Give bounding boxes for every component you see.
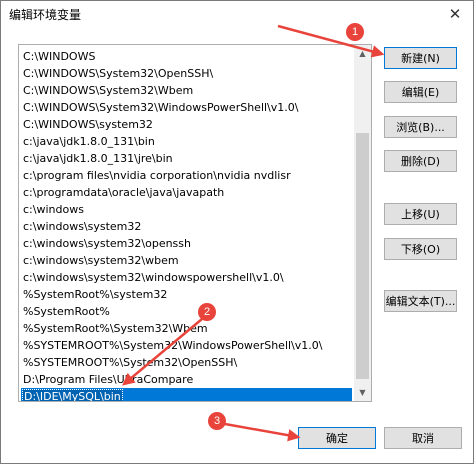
move-down-button[interactable]: 下移(O): [384, 238, 457, 260]
step-1-badge: 1: [346, 23, 364, 41]
path-list-item[interactable]: D:\Program Files\UltraCompare: [23, 371, 193, 388]
selected-item-edit-field[interactable]: D:\IDE\MySQL\bin: [22, 389, 123, 401]
dialog-title: 编辑环境变量: [9, 8, 82, 22]
path-list-item[interactable]: C:\WINDOWS\System32\Wbem: [23, 82, 193, 99]
path-list-item[interactable]: C:\WINDOWS: [23, 48, 95, 65]
edit-env-var-dialog: 编辑环境变量 ✕ C:\WINDOWS C:\WINDOWS\System32\O…: [0, 0, 474, 464]
path-list-item[interactable]: %SystemRoot%\system32: [23, 286, 167, 303]
path-list-item[interactable]: %SystemRoot%: [23, 303, 110, 320]
edit-text-button[interactable]: 编辑文本(T)...: [384, 290, 457, 312]
path-list-item[interactable]: c:\program files\nvidia corporation\nvid…: [23, 167, 291, 184]
step-3-badge: 3: [208, 412, 226, 430]
path-list-item[interactable]: C:\WINDOWS\system32: [23, 116, 153, 133]
path-list-item[interactable]: C:\WINDOWS\System32\OpenSSH\: [23, 65, 213, 82]
path-list-item[interactable]: c:\windows\system32\windowspowershell\v1…: [23, 269, 284, 286]
browse-button[interactable]: 浏览(B)...: [384, 116, 457, 138]
path-list-item[interactable]: c:\windows\system32\wbem: [23, 252, 179, 269]
edit-button[interactable]: 编辑(E): [384, 81, 457, 103]
scroll-up-arrow-icon[interactable]: ▲: [354, 45, 371, 62]
cancel-button[interactable]: 取消: [384, 427, 462, 449]
path-list[interactable]: C:\WINDOWS C:\WINDOWS\System32\OpenSSH\ C:…: [18, 44, 372, 402]
vertical-scrollbar[interactable]: ▲ ▼: [354, 45, 371, 401]
move-up-button[interactable]: 上移(U): [384, 203, 457, 225]
path-list-item[interactable]: c:\java\jdk1.8.0_131\bin: [23, 133, 155, 150]
path-list-item[interactable]: %SystemRoot%\System32\Wbem: [23, 320, 208, 337]
path-list-item[interactable]: %SYSTEMROOT%\System32\WindowsPowerShell\…: [23, 337, 322, 354]
path-list-item[interactable]: c:\programdata\oracle\java\javapath: [23, 184, 224, 201]
scroll-down-arrow-icon[interactable]: ▼: [354, 384, 371, 401]
ok-button[interactable]: 确定: [298, 427, 376, 449]
new-button[interactable]: 新建(N): [384, 47, 457, 69]
scrollbar-thumb[interactable]: [356, 133, 369, 379]
close-icon[interactable]: ✕: [441, 3, 469, 25]
path-list-item[interactable]: c:\windows\system32: [23, 218, 141, 235]
path-list-item[interactable]: c:\windows\system32\openssh: [23, 235, 191, 252]
step-2-badge: 2: [198, 303, 216, 321]
path-list-item[interactable]: c:\windows: [23, 201, 84, 218]
path-list-item-selected[interactable]: D:\IDE\MySQL\bin: [21, 388, 352, 401]
delete-button[interactable]: 删除(D): [384, 150, 457, 172]
path-list-item[interactable]: c:\java\jdk1.8.0_131\jre\bin: [23, 150, 173, 167]
path-list-item[interactable]: C:\WINDOWS\System32\WindowsPowerShell\v1…: [23, 99, 298, 116]
path-list-item[interactable]: %SYSTEMROOT%\System32\OpenSSH\: [23, 354, 237, 371]
